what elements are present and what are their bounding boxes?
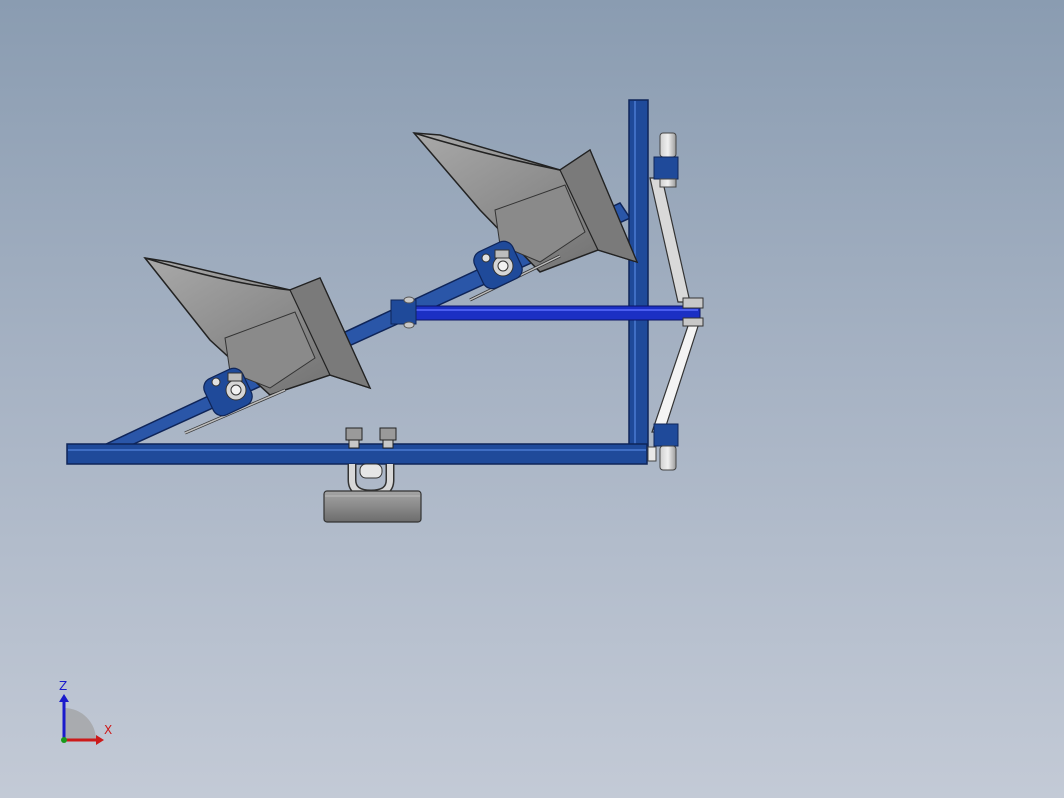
z-axis-label: Z	[59, 679, 67, 693]
lower-plow-body	[143, 256, 372, 435]
x-axis-arrowhead	[96, 735, 104, 745]
y-axis-dot	[61, 737, 67, 743]
hitch-linkage	[647, 132, 704, 471]
u-bolt-weight	[323, 427, 422, 523]
z-axis-arrowhead	[59, 694, 69, 702]
vertical-frame-post	[628, 99, 649, 461]
cad-viewport[interactable]: Z X	[0, 0, 1064, 798]
plow-frame-model[interactable]	[0, 0, 1064, 798]
upper-plow-body	[412, 132, 639, 302]
x-axis-label: X	[104, 723, 112, 737]
triad-quadrant	[64, 708, 96, 740]
orientation-triad[interactable]: Z X	[40, 672, 130, 752]
